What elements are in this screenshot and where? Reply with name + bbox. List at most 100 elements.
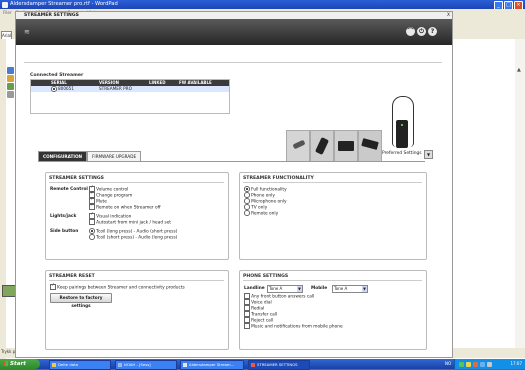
phone-adapter-image (358, 130, 382, 162)
option-keep-pairings[interactable]: Keep pairings between Streamer and conne… (50, 283, 185, 291)
wifi-icon: ≋ (24, 28, 30, 36)
taskbar-item-label: Delte data (58, 362, 78, 367)
divider (49, 182, 224, 183)
checkbox[interactable] (244, 311, 250, 317)
remote-image (310, 130, 334, 162)
dialog-header-bar: ≋ ⌒ ⏻ ? (16, 19, 452, 45)
panel-title: STREAMER FUNCTIONALITY (243, 176, 314, 181)
tab-underline (38, 161, 425, 162)
option-label: Autostart from mini jack / head set (96, 220, 171, 226)
volume-icon[interactable] (466, 361, 471, 367)
streamer-reset-panel: STREAMER RESET Keep pairings between Str… (45, 270, 229, 350)
panel-title: PHONE SETTINGS (243, 274, 289, 279)
checkbox[interactable] (89, 203, 95, 210)
radio[interactable] (244, 192, 250, 198)
divider (24, 62, 442, 63)
preferred-settings[interactable]: Preferred Settings ▼ (382, 150, 433, 159)
panel-title: STREAMER SETTINGS (49, 176, 104, 181)
option-autostart[interactable]: Autostart from mini jack / head set (89, 219, 171, 226)
document-icon (7, 75, 14, 82)
security-icon[interactable] (473, 361, 478, 367)
start-label: Start (10, 361, 26, 367)
wordpad-title: Aldersdamper Streamer pro.rtf - WordPad (10, 1, 118, 7)
option-remote-on[interactable]: Remote on when Streamer off (89, 203, 161, 211)
restore-factory-settings-button[interactable]: Restore to factory settings (50, 293, 112, 308)
taskbar-item-label: STREAMER SETTINGS (257, 362, 298, 367)
windows-flag-icon (3, 361, 8, 366)
language-indicator[interactable]: NO (445, 359, 451, 369)
hearing-aid-image (286, 130, 310, 162)
checkbox[interactable] (89, 219, 95, 225)
radio[interactable] (244, 204, 250, 210)
taskbar: Start Delte data NOAH - [Sess] Aldersdam… (0, 359, 525, 370)
option-label: Tcoil (short press) - Audio (long press) (96, 235, 178, 241)
connected-streamer-table: SERIAL VERSION LINKED FW AVAILABLE 80065… (30, 79, 230, 114)
vertical-scrollbar[interactable]: ▲ (515, 39, 525, 357)
display-icon[interactable] (487, 361, 492, 367)
side-button-label: Side button (50, 229, 79, 234)
wordpad-app-icon (2, 1, 8, 8)
chevron-down-icon[interactable]: ▼ (362, 286, 367, 292)
divider (49, 280, 224, 281)
radio[interactable] (244, 198, 250, 204)
mobile-label: Mobile (311, 286, 328, 291)
menu-item-file[interactable]: Filer (3, 10, 12, 15)
remote-control-label: Remote Control (50, 187, 88, 192)
wordpad-titlebar: Aldersdamper Streamer pro.rtf - WordPad … (0, 0, 525, 10)
option-label: Music and notifications from mobile phon… (251, 324, 343, 330)
checkbox[interactable] (50, 283, 56, 290)
power-icon[interactable]: ⏻ (417, 27, 426, 36)
document-icon (7, 83, 14, 90)
version-cell: STREAMER PRO (99, 86, 132, 91)
radio[interactable] (244, 186, 250, 192)
folder-icon (52, 363, 56, 367)
taskbar-item-label: Aldersdamper Stream... (189, 362, 235, 367)
radio[interactable] (89, 228, 95, 234)
clock: 17:07 (510, 361, 522, 366)
landline-value: Tone A (269, 286, 283, 291)
checkbox[interactable] (244, 305, 250, 311)
radio[interactable] (89, 234, 95, 240)
option-tcoil-short[interactable]: Tcoil (short press) - Audio (long press) (89, 234, 177, 241)
table-row[interactable]: 800651 STREAMER PRO (31, 86, 229, 92)
app-icon (118, 363, 122, 367)
bluetooth-icon[interactable] (480, 361, 485, 367)
checkbox[interactable] (244, 299, 250, 305)
chevron-down-icon[interactable]: ▼ (424, 150, 433, 159)
preferred-settings-label: Preferred Settings (382, 151, 422, 156)
streamer-functionality-panel: STREAMER FUNCTIONALITY Full functionalit… (239, 172, 427, 260)
connected-streamer-label: Connected Streamer (30, 73, 84, 78)
start-button[interactable]: Start (0, 359, 40, 369)
help-icon[interactable]: ? (428, 27, 437, 36)
option-music-notifications[interactable]: Music and notifications from mobile phon… (244, 323, 343, 330)
checkbox[interactable] (244, 293, 250, 299)
landline-label: Landline (244, 286, 265, 291)
landline-select[interactable]: Tone A ▼ (267, 285, 303, 293)
checkbox[interactable] (244, 317, 250, 323)
document-icon (183, 363, 187, 367)
network-icon[interactable] (459, 361, 464, 367)
scroll-up-icon[interactable]: ▲ (517, 67, 521, 73)
option-label: Remote on when Streamer off (96, 205, 161, 211)
mobile-select[interactable]: Tone A ▼ (332, 285, 368, 293)
option-label: Keep pairings between Streamer and conne… (57, 285, 185, 291)
lights-jack-label: Lights/jack (50, 214, 77, 219)
document-icon (7, 67, 14, 74)
divider (243, 280, 422, 281)
radio[interactable] (244, 210, 250, 216)
option-remote-only[interactable]: Remote only (244, 210, 278, 217)
dialog-close-button[interactable]: X (447, 12, 450, 19)
phone-settings-panel: PHONE SETTINGS Landline Tone A ▼ Mobile … (239, 270, 427, 350)
dialog-title: STREAMER SETTINGS (24, 13, 79, 18)
checkbox[interactable] (244, 323, 250, 329)
system-tray: NO 17:07 (445, 359, 525, 369)
chevron-down-icon[interactable]: ▼ (297, 286, 302, 292)
streamer-settings-panel: STREAMER SETTINGS Remote Control Volume … (45, 172, 229, 260)
option-label: Remote only (251, 211, 279, 217)
mobile-value: Tone A (334, 286, 348, 291)
headset-icon[interactable]: ⌒ (406, 27, 415, 36)
checkbox[interactable] (89, 212, 95, 219)
panel-title: STREAMER RESET (49, 274, 95, 279)
taskbar-item-label: NOAH - [Sess] (124, 362, 151, 367)
tv-adapter-image (334, 130, 358, 162)
